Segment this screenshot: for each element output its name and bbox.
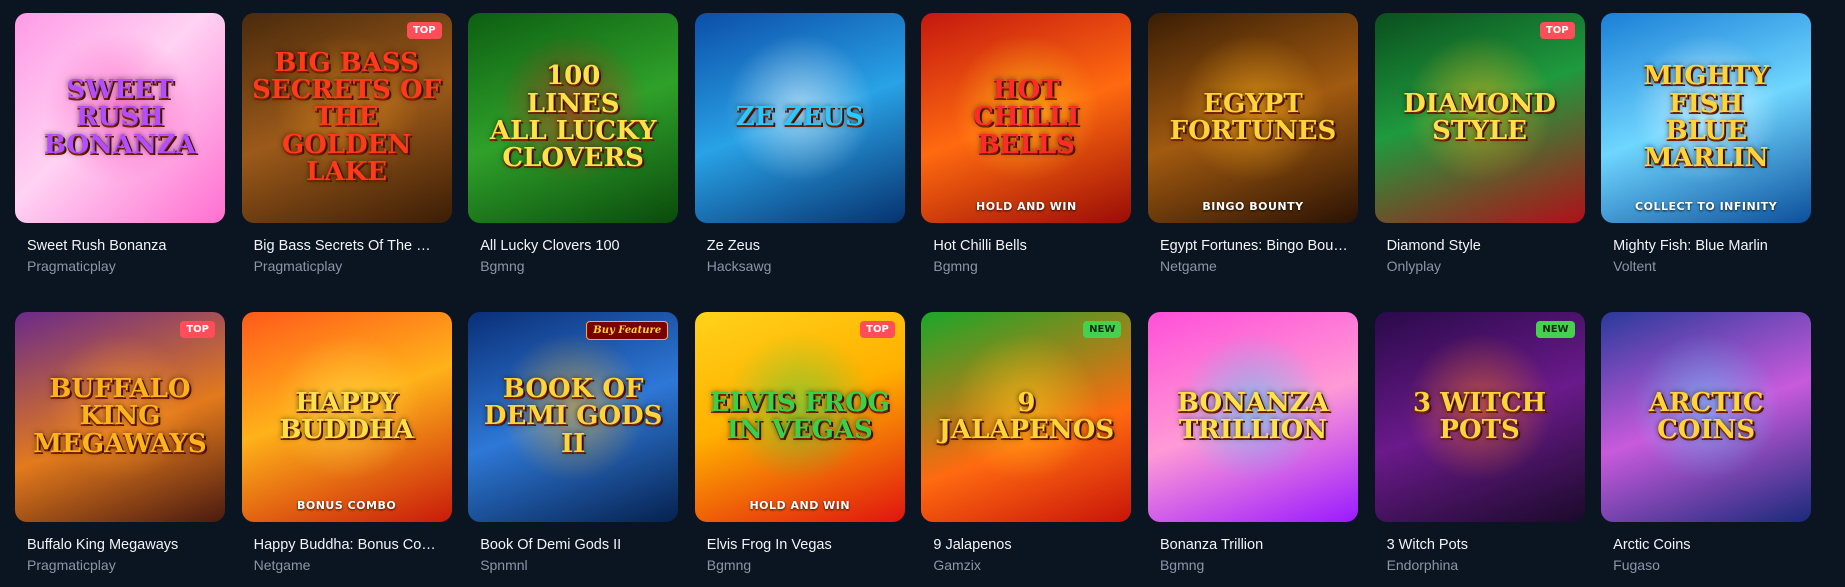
- game-thumbnail[interactable]: Egypt Fortunes BINGO BOUNTY: [1147, 13, 1358, 223]
- game-title[interactable]: Bonanza Trillion: [1148, 537, 1348, 553]
- game-logo-text: 3 Witch Pots: [1413, 387, 1547, 445]
- game-thumbnail[interactable]: Sweet Rush Bonanza: [15, 13, 225, 223]
- game-title[interactable]: Buffalo King Megaways: [15, 537, 215, 553]
- game-title[interactable]: Mighty Fish: Blue Marlin: [1601, 238, 1801, 254]
- game-provider: Spnmnl: [480, 557, 528, 573]
- top-badge: TOP: [180, 321, 215, 338]
- game-provider: Gamzix: [933, 557, 981, 573]
- game-provider: Bgmng: [480, 258, 525, 274]
- game-logo-text: 9 Jalapenos: [938, 387, 1115, 445]
- buy-badge: Buy Feature: [586, 321, 669, 340]
- game-logo-text: Arctic Coins: [1648, 387, 1764, 445]
- game-provider: Pragmaticplay: [253, 258, 343, 274]
- game-title[interactable]: 3 Witch Pots: [1375, 537, 1575, 553]
- game-title[interactable]: Big Bass Secrets Of The Golden Lake: [242, 238, 442, 254]
- top-badge: TOP: [860, 321, 895, 338]
- game-card[interactable]: 3 Witch Pots NEW 3 Witch Pots Endorphina: [1374, 312, 1585, 587]
- game-logo-text: Hot Chilli Bells: [973, 75, 1080, 160]
- game-title[interactable]: Elvis Frog In Vegas: [695, 537, 895, 553]
- game-provider: Hacksawg: [706, 258, 772, 274]
- game-thumbnail[interactable]: Big Bass Secrets of The Golden Lake TOP: [241, 13, 452, 223]
- game-provider: Fugaso: [1613, 557, 1660, 573]
- game-thumbnail[interactable]: 100 Lines All Lucky Clovers: [468, 13, 679, 223]
- game-thumbnail[interactable]: 3 Witch Pots NEW: [1374, 312, 1585, 522]
- game-title[interactable]: Hot Chilli Bells: [921, 238, 1121, 254]
- game-thumbnail[interactable]: Arctic Coins: [1601, 312, 1812, 522]
- game-thumbnail[interactable]: Diamond Style TOP: [1374, 13, 1585, 223]
- game-logo-subtitle: COLLECT TO INFINITY: [1635, 200, 1778, 213]
- game-provider: Endorphina: [1386, 557, 1459, 573]
- game-card[interactable]: Hot Chilli Bells HOLD AND WIN Hot Chilli B…: [921, 13, 1132, 288]
- top-badge: TOP: [406, 22, 442, 39]
- game-card[interactable]: Book of Demi Gods II Buy Feature Book Of D…: [468, 312, 679, 587]
- game-provider: Netgame: [253, 557, 311, 573]
- game-title[interactable]: Arctic Coins: [1601, 537, 1801, 553]
- game-card[interactable]: Buffalo King Megaways TOP Buffalo King Meg…: [15, 312, 225, 587]
- game-provider: Bgmng: [1159, 557, 1205, 573]
- game-logo-text: Sweet Rush Bonanza: [44, 75, 196, 160]
- game-title[interactable]: Ze Zeus: [695, 238, 895, 254]
- game-logo-text: Big Bass Secrets of The Golden Lake: [252, 47, 442, 187]
- game-thumbnail[interactable]: Hot Chilli Bells HOLD AND WIN: [921, 13, 1132, 223]
- game-provider: Bgmng: [933, 258, 978, 274]
- new-badge: NEW: [1536, 321, 1575, 338]
- game-title[interactable]: Book Of Demi Gods II: [468, 537, 668, 553]
- game-provider: Voltent: [1613, 258, 1656, 274]
- game-card[interactable]: 9 Jalapenos NEW 9 Jalapenos Gamzix: [921, 312, 1132, 587]
- game-title[interactable]: 9 Jalapenos: [921, 537, 1121, 553]
- game-logo-text: Ze Zeus: [735, 102, 864, 133]
- game-provider: Pragmaticplay: [27, 258, 116, 274]
- game-title[interactable]: Happy Buddha: Bonus Combo: [242, 537, 442, 553]
- game-provider: Bgmng: [706, 557, 752, 573]
- game-logo-text: Buffalo King Megaways: [33, 374, 207, 459]
- game-thumbnail[interactable]: Elvis Frog in Vegas HOLD AND WIN TOP: [694, 312, 905, 522]
- game-title[interactable]: Egypt Fortunes: Bingo Bounty: [1148, 238, 1348, 254]
- game-title[interactable]: Sweet Rush Bonanza: [15, 238, 215, 254]
- game-logo-subtitle: HOLD AND WIN: [976, 200, 1077, 213]
- game-logo-text: Diamond Style: [1403, 88, 1556, 146]
- game-card[interactable]: Happy Buddha BONUS COMBO Happy Buddha: Bon…: [241, 312, 452, 587]
- game-logo-text: Happy Buddha: [279, 387, 414, 445]
- game-provider: Pragmaticplay: [27, 557, 116, 573]
- game-card[interactable]: Egypt Fortunes BINGO BOUNTY Egypt Fortunes…: [1147, 13, 1358, 288]
- game-thumbnail[interactable]: Happy Buddha BONUS COMBO: [241, 312, 452, 522]
- game-thumbnail[interactable]: Bonanza Trillion: [1147, 312, 1358, 522]
- game-logo-subtitle: BONUS COMBO: [296, 499, 397, 512]
- game-card[interactable]: Sweet Rush Bonanza Sweet Rush Bonanza Prag…: [15, 13, 225, 288]
- game-card[interactable]: Diamond Style TOP Diamond Style Onlyplay: [1374, 13, 1585, 288]
- game-thumbnail[interactable]: Mighty Fish Blue Marlin COLLECT TO INFINI…: [1601, 13, 1812, 223]
- game-card[interactable]: Bonanza Trillion Bonanza Trillion Bgmng: [1147, 312, 1358, 587]
- game-thumbnail[interactable]: Buffalo King Megaways TOP: [15, 312, 225, 522]
- game-logo-subtitle: HOLD AND WIN: [749, 499, 851, 512]
- game-card[interactable]: Ze Zeus Ze Zeus Hacksawg: [694, 13, 905, 288]
- game-thumbnail[interactable]: Ze Zeus: [694, 13, 905, 223]
- game-thumbnail[interactable]: Book of Demi Gods II Buy Feature: [468, 312, 679, 522]
- game-card[interactable]: Arctic Coins Arctic Coins Fugaso: [1601, 312, 1812, 587]
- game-logo-text: Bonanza Trillion: [1176, 387, 1329, 445]
- game-logo-text: Book of Demi Gods II: [483, 374, 663, 459]
- game-provider: Netgame: [1159, 258, 1217, 274]
- game-title[interactable]: All Lucky Clovers 100: [468, 238, 668, 254]
- game-card[interactable]: Elvis Frog in Vegas HOLD AND WIN TOP Elvis …: [694, 312, 905, 587]
- game-logo-text: Mighty Fish Blue Marlin: [1643, 61, 1769, 174]
- game-card[interactable]: Big Bass Secrets of The Golden Lake TOP Bi…: [241, 13, 452, 288]
- top-badge: TOP: [1539, 22, 1575, 39]
- game-card[interactable]: 100 Lines All Lucky Clovers All Lucky Clo…: [468, 13, 679, 288]
- game-logo-subtitle: BINGO BOUNTY: [1202, 200, 1304, 213]
- game-grid: Sweet Rush Bonanza Sweet Rush Bonanza Prag…: [15, 13, 1812, 587]
- game-logo-text: Egypt Fortunes: [1169, 88, 1337, 146]
- game-logo-text: 100 Lines All Lucky Clovers: [489, 61, 657, 174]
- game-title[interactable]: Diamond Style: [1375, 238, 1575, 254]
- new-badge: NEW: [1083, 321, 1122, 338]
- game-thumbnail[interactable]: 9 Jalapenos NEW: [921, 312, 1132, 522]
- game-card[interactable]: Mighty Fish Blue Marlin COLLECT TO INFINI…: [1601, 13, 1812, 288]
- game-logo-text: Elvis Frog in Vegas: [709, 387, 890, 445]
- game-provider: Onlyplay: [1386, 258, 1442, 274]
